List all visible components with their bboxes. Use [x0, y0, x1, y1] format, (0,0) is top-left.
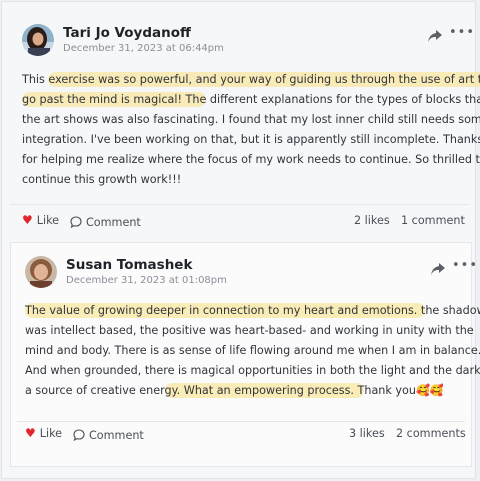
body-text: integration. I've been working on that, …	[22, 133, 480, 146]
body-line: mind and body. There is as sense of life…	[25, 341, 480, 361]
comments-count[interactable]: 1 comment	[401, 214, 465, 227]
body-line: And when grounded, there is magical oppo…	[25, 361, 480, 381]
more-dots-icon[interactable]: •••	[449, 26, 475, 39]
body-line: a source of creative energy. What an emp…	[25, 381, 480, 401]
post-body: This exercise was so powerful, and your …	[22, 70, 480, 190]
speech-bubble-icon	[70, 213, 82, 232]
comments-panel: Tari Jo Voydanoff December 31, 2023 at 0…	[1, 1, 480, 479]
body-text: for helping me realize where the focus o…	[22, 153, 480, 166]
highlighted-text: exercise was so powerful, and your way o…	[48, 72, 480, 87]
highlighted-text: gy. What an empowering process. T	[164, 383, 365, 398]
body-text: mind and body. There is as sense of life…	[25, 344, 480, 357]
more-dots-icon[interactable]: •••	[452, 259, 478, 272]
body-text: different explanations for the types of …	[206, 93, 480, 106]
body-text: continue this growth work!!!	[22, 173, 182, 186]
body-text: the art shows was also fascinating. I fo…	[22, 113, 480, 126]
body-line: This exercise was so powerful, and your …	[22, 70, 480, 90]
speech-bubble-icon	[73, 426, 85, 445]
body-text: hank you🥰🥰	[364, 384, 444, 397]
divider	[17, 421, 465, 422]
body-line: for helping me realize where the focus o…	[22, 150, 480, 170]
body-line: the art shows was also fascinating. I fo…	[22, 110, 480, 130]
like-button[interactable]: ♥ Like	[25, 426, 62, 440]
comments-count[interactable]: 2 comments	[396, 427, 466, 440]
author-name[interactable]: Susan Tomashek	[66, 257, 192, 273]
author-name[interactable]: Tari Jo Voydanoff	[63, 25, 191, 41]
like-label: Like	[39, 426, 63, 440]
share-arrow-icon[interactable]	[431, 260, 445, 279]
body-line: integration. I've been working on that, …	[22, 130, 480, 150]
comment-button[interactable]: Comment	[70, 213, 141, 232]
like-label: Like	[36, 213, 60, 227]
comment-label: Comment	[86, 216, 141, 229]
comment-button[interactable]: Comment	[73, 426, 144, 445]
body-text: was intellect based, the positive was he…	[25, 324, 474, 337]
heart-icon: ♥	[25, 426, 36, 440]
comment-post-2: Susan Tomashek December 31, 2023 at 01:0…	[10, 242, 480, 467]
post-date: December 31, 2023 at 06:44pm	[63, 43, 224, 54]
highlighted-text: go past the mind is magical! The	[22, 92, 207, 107]
avatar[interactable]	[25, 256, 57, 288]
body-line: continue this growth work!!!	[22, 170, 480, 190]
body-line: The value of growing deeper in connectio…	[25, 301, 480, 321]
body-line: go past the mind is magical! The differe…	[22, 90, 480, 110]
avatar[interactable]	[22, 24, 54, 56]
body-text: a source of creative ener	[25, 384, 165, 397]
like-button[interactable]: ♥ Like	[22, 213, 59, 227]
likes-count[interactable]: 2 likes	[354, 214, 390, 227]
body-line: was intellect based, the positive was he…	[25, 321, 480, 341]
heart-icon: ♥	[22, 213, 33, 227]
body-text: This	[22, 73, 49, 86]
comment-post-1: Tari Jo Voydanoff December 31, 2023 at 0…	[2, 12, 480, 234]
post-date: December 31, 2023 at 01:08pm	[66, 275, 227, 286]
body-text: And when grounded, there is magical oppo…	[25, 364, 480, 377]
post-body: The value of growing deeper in connectio…	[25, 301, 480, 401]
likes-count[interactable]: 3 likes	[349, 427, 385, 440]
share-arrow-icon[interactable]	[428, 27, 442, 46]
divider	[10, 204, 469, 205]
comment-label: Comment	[89, 429, 144, 442]
body-text: he shadow	[425, 304, 480, 317]
highlighted-text: The value of growing deeper in connectio…	[25, 303, 426, 318]
